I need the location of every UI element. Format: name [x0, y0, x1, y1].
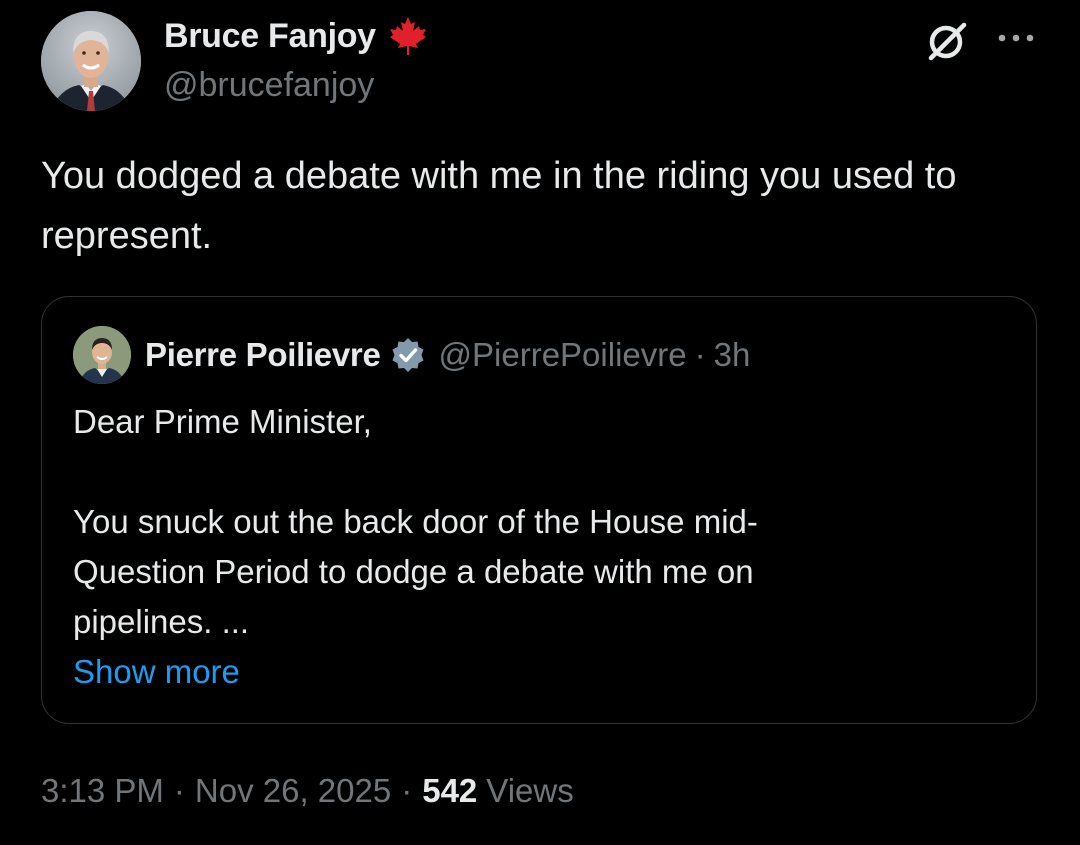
quoted-text-line: You snuck out the back door of the House…	[73, 503, 758, 540]
quoted-author-handle[interactable]: @PierrePoilievre	[439, 336, 687, 374]
quoted-header-separator: ·	[694, 336, 706, 373]
quoted-text-line: pipelines. ...	[73, 603, 250, 640]
quoted-tweet-card[interactable]: Pierre Poilievre @PierrePoilievre · 3h D…	[41, 296, 1037, 724]
maple-leaf-icon	[386, 14, 430, 58]
quoted-text-line: Dear Prime Minister,	[73, 403, 372, 440]
author-avatar-image	[41, 11, 141, 111]
meta-separator: ·	[401, 772, 413, 809]
author-name-row[interactable]: Bruce Fanjoy	[164, 14, 430, 58]
tweet-meta: 3:13 PM · Nov 26, 2025 · 542 Views	[41, 766, 574, 816]
verified-badge-icon	[389, 336, 427, 374]
quoted-tweet-header: Pierre Poilievre @PierrePoilievre · 3h	[145, 331, 750, 379]
author-handle[interactable]: @brucefanjoy	[164, 66, 374, 105]
quoted-tweet-body: Dear Prime Minister, You snuck out the b…	[73, 397, 973, 697]
grok-icon[interactable]	[922, 16, 972, 66]
author-avatar[interactable]	[41, 11, 141, 111]
tweet-detail: Bruce Fanjoy @brucefanjoy You dodged a d…	[0, 0, 1080, 845]
author-display-name[interactable]: Bruce Fanjoy	[164, 17, 376, 56]
quoted-author-avatar[interactable]	[73, 326, 131, 384]
show-more-link[interactable]: Show more	[73, 647, 973, 697]
quoted-text-line: Question Period to dodge a debate with m…	[73, 553, 754, 590]
views-label[interactable]: Views	[486, 772, 573, 810]
tweet-text: You dodged a debate with me in the ridin…	[41, 155, 957, 257]
meta-separator: ·	[173, 772, 185, 809]
quoted-author-display-name[interactable]: Pierre Poilievre	[145, 336, 381, 374]
tweet-time[interactable]: 3:13 PM	[41, 772, 164, 810]
views-count[interactable]: 542	[422, 772, 477, 810]
more-options-icon[interactable]	[994, 28, 1038, 48]
quoted-text-blank-line	[73, 447, 973, 497]
tweet-date[interactable]: Nov 26, 2025	[195, 772, 391, 810]
quoted-author-avatar-image	[73, 326, 131, 384]
quoted-tweet-time[interactable]: 3h	[714, 336, 751, 374]
